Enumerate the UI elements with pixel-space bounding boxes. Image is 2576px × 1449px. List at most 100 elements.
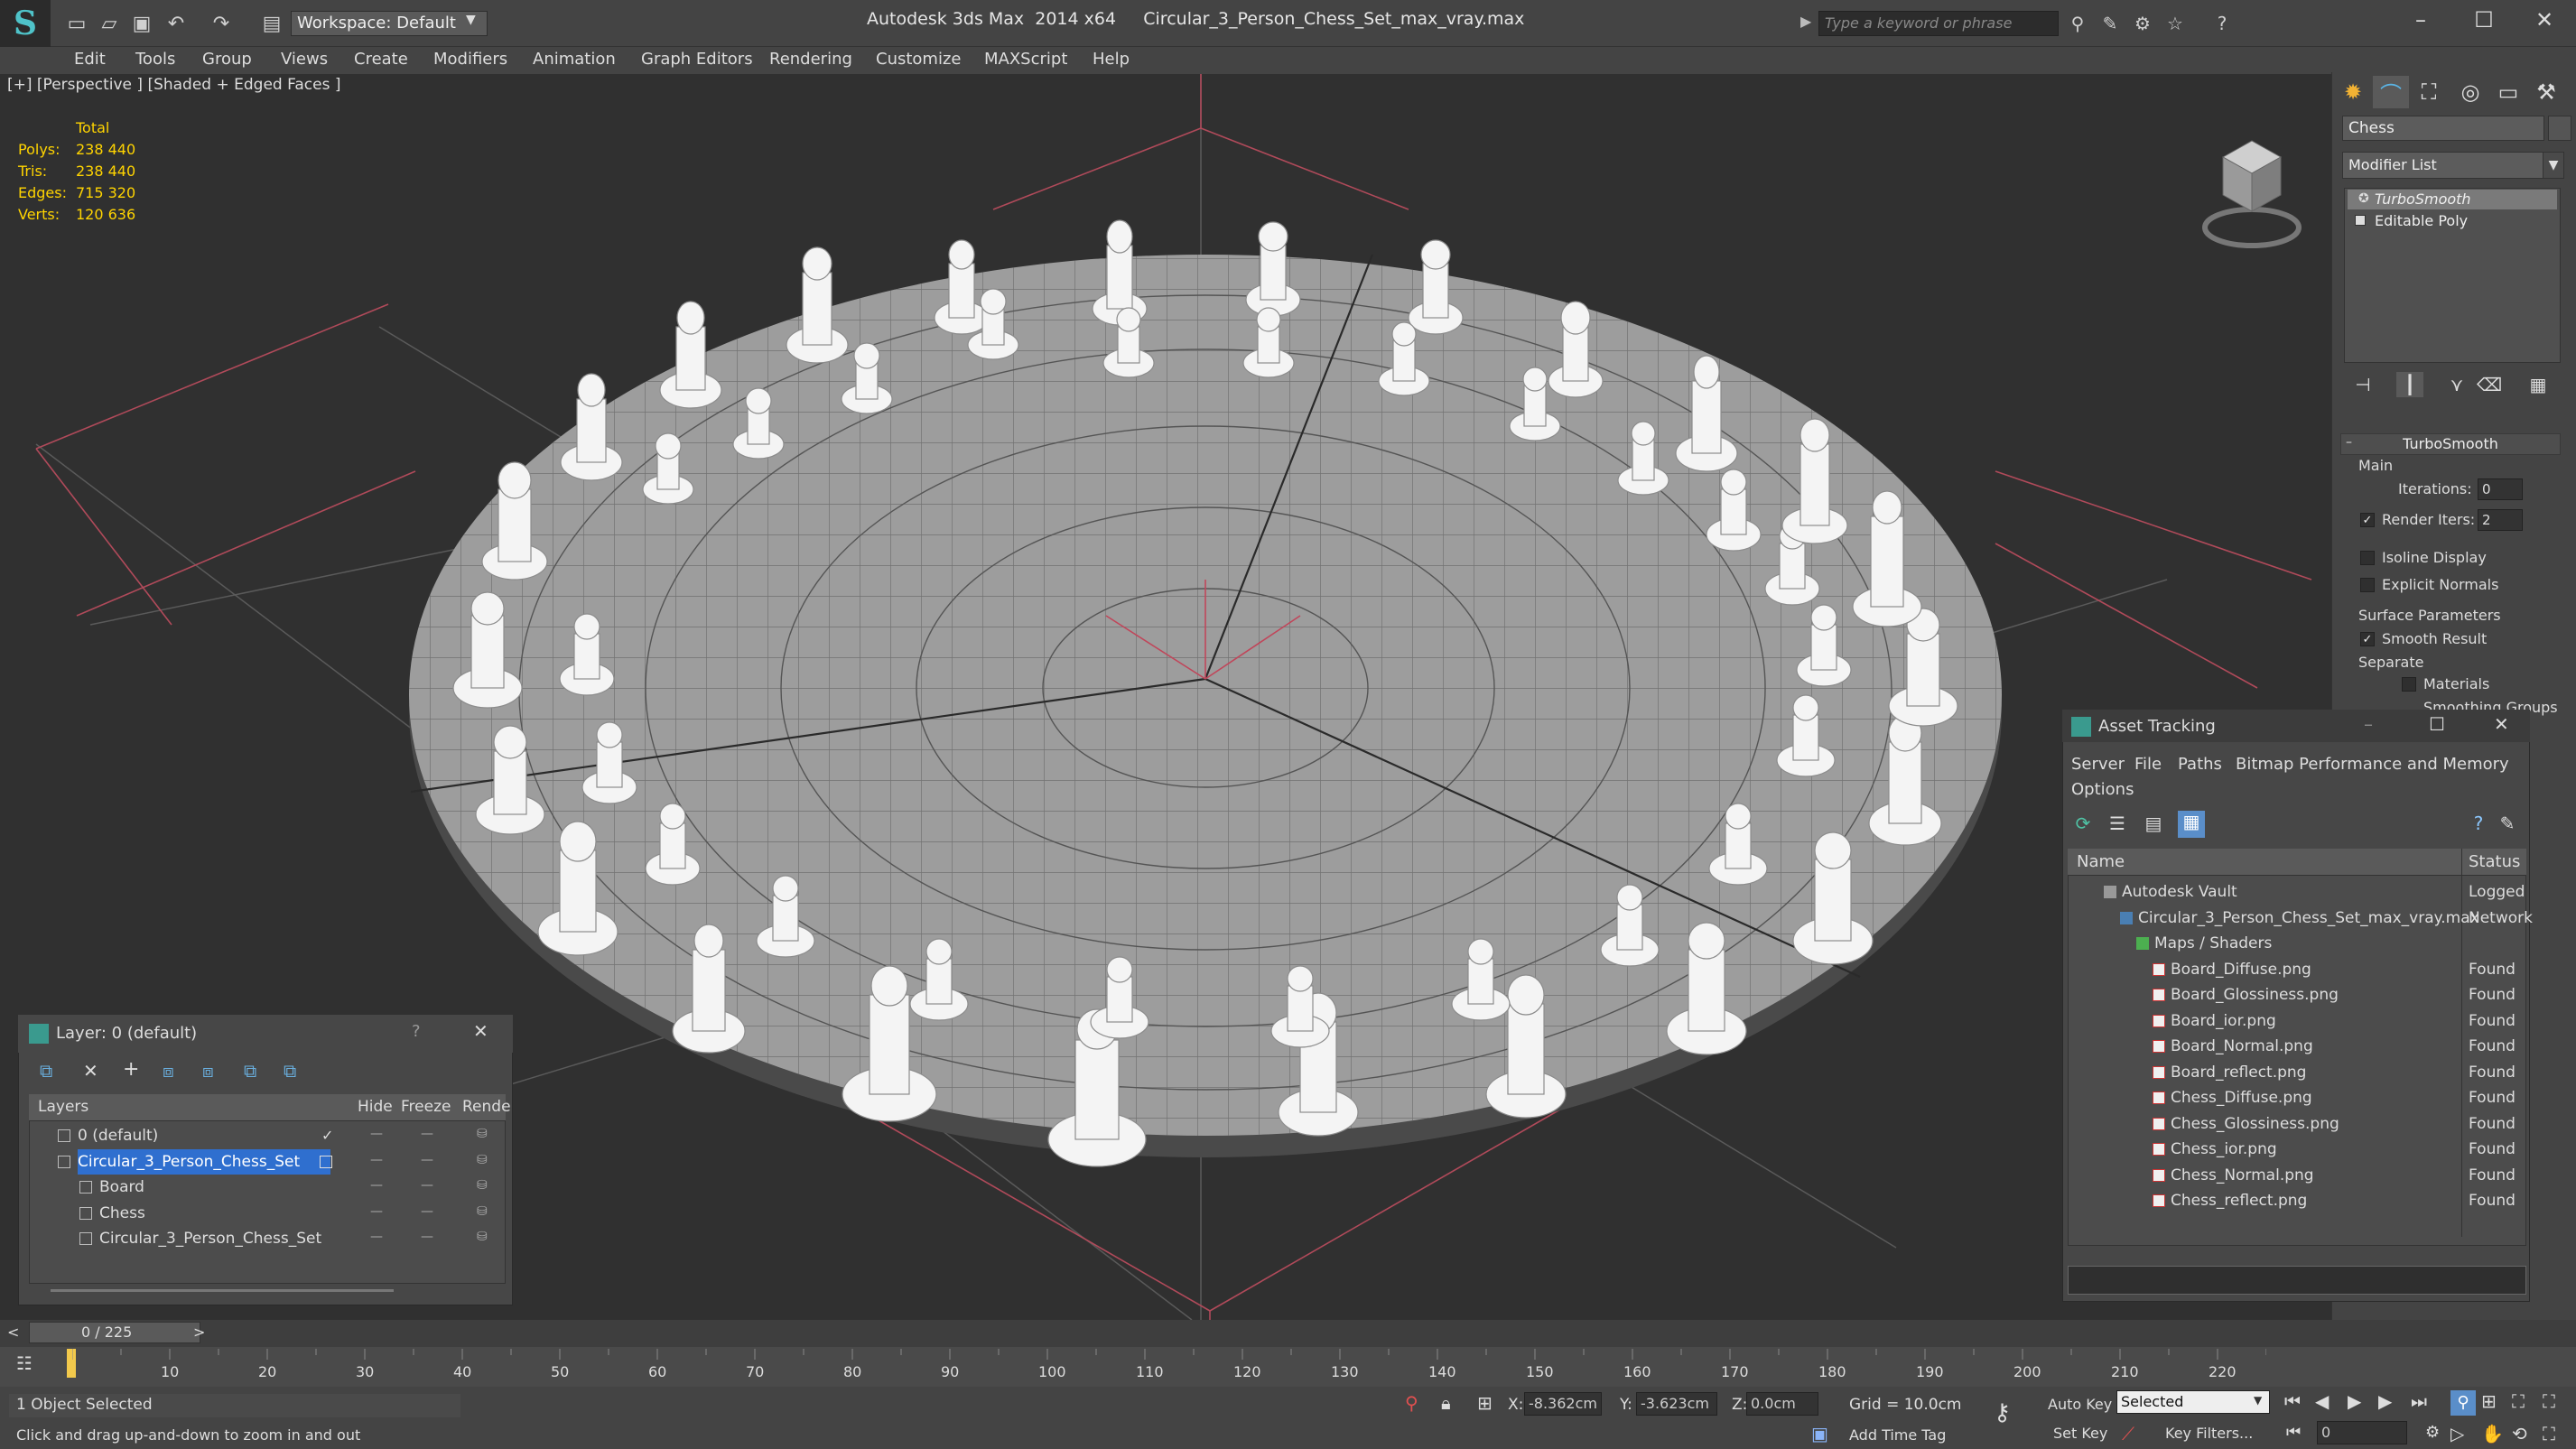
menu-animation[interactable]: Animation	[533, 47, 616, 72]
display-tab-icon[interactable]: ▭	[2490, 76, 2526, 108]
menu-maxscript[interactable]: MAXScript	[984, 47, 1067, 72]
layer-name[interactable]: Circular_3_Person_Chess_Set	[78, 1148, 331, 1175]
remove-modifier-icon[interactable]: ⌫	[2476, 372, 2503, 397]
maximize-button[interactable]: ☐	[2452, 0, 2516, 40]
current-frame-field[interactable]: 0	[2317, 1421, 2407, 1444]
asset-menu-options[interactable]: Options	[2071, 780, 2134, 799]
render-toggle[interactable]: ⛁	[477, 1127, 488, 1141]
make-unique-icon[interactable]: ⋎	[2443, 372, 2470, 397]
menu-tools[interactable]: Tools	[135, 47, 175, 72]
zoom-all-icon[interactable]: ⊞	[2481, 1390, 2497, 1412]
freeze-toggle[interactable]: —	[421, 1153, 433, 1167]
lock-selection-icon[interactable]: 🔒︎	[1441, 1392, 1451, 1414]
explicit-normals-checkbox[interactable]	[2360, 578, 2375, 592]
asset-menu-file[interactable]: File	[2134, 755, 2162, 774]
menu-modifiers[interactable]: Modifiers	[433, 47, 507, 72]
freeze-toggle[interactable]: —	[421, 1127, 433, 1141]
current-layer-check-icon[interactable]: ✓	[321, 1127, 333, 1144]
hide-toggle[interactable]: —	[370, 1178, 383, 1193]
stack-item-turbosmooth[interactable]: TurboSmooth	[2348, 190, 2557, 209]
save-file-icon[interactable]: ▣	[128, 11, 155, 36]
asset-close-button[interactable]: ✕	[2494, 713, 2509, 735]
hierarchy-tab-icon[interactable]: ⛶	[2411, 76, 2447, 108]
refresh-icon[interactable]: ⟳	[2071, 813, 2095, 836]
set-current-layer-box-icon[interactable]	[320, 1155, 332, 1168]
maximize-viewport-icon[interactable]: ⛶	[2543, 1423, 2555, 1444]
key-filters-button[interactable]: Key Filters...	[2165, 1425, 2253, 1442]
time-prev-icon[interactable]: <	[7, 1324, 19, 1341]
hide-unhide-all-icon[interactable]: ⧉	[284, 1060, 296, 1082]
redo-icon[interactable]: ↷	[208, 11, 235, 36]
object-name-field[interactable]: Chess	[2342, 116, 2544, 141]
pan-view-icon[interactable]: ✋	[2481, 1423, 2504, 1444]
time-tag-icon[interactable]: ▣	[1811, 1423, 1828, 1444]
communication-icon[interactable]: ⚙	[2129, 11, 2156, 36]
asset-row[interactable]	[2069, 1137, 2525, 1162]
workspace-dropdown[interactable]: Workspace: Default	[291, 11, 488, 36]
menu-views[interactable]: Views	[281, 47, 328, 72]
search-input[interactable]: Type a keyword or phrase	[1818, 11, 2059, 36]
set-key-button[interactable]: Set Key	[2053, 1425, 2107, 1442]
render-toggle[interactable]: ⛁	[477, 1178, 488, 1193]
subscription-icon[interactable]: ✎	[2097, 11, 2124, 36]
binoculars-icon[interactable]: ⚲	[2064, 11, 2091, 36]
app-logo-icon[interactable]: S	[0, 0, 51, 47]
assist-icon[interactable]: ✎	[2496, 813, 2519, 836]
pin-stack-icon[interactable]: ⊣	[2349, 372, 2376, 397]
asset-path-field[interactable]	[2068, 1266, 2526, 1295]
time-slider-bar[interactable]	[0, 1320, 2576, 1347]
search-expand-icon[interactable]: ▶	[1800, 13, 1811, 30]
select-objects-icon[interactable]: ⧈	[163, 1060, 174, 1082]
object-color-swatch[interactable]	[2548, 116, 2571, 141]
layer-close-button[interactable]: ✕	[473, 1020, 488, 1042]
menu-edit[interactable]: Edit	[74, 47, 106, 72]
freeze-toggle[interactable]: —	[421, 1230, 433, 1244]
modify-tab-icon[interactable]: ⌒	[2373, 76, 2409, 108]
auto-key-button[interactable]: Auto Key	[2048, 1396, 2112, 1413]
asset-minimize-button[interactable]: –	[2364, 713, 2373, 735]
hide-toggle[interactable]: —	[370, 1153, 383, 1167]
open-file-icon[interactable]: ▱	[96, 11, 123, 36]
time-config-icon[interactable]: ⚙	[2425, 1423, 2440, 1442]
modifier-list-dropdown[interactable]: Modifier List	[2342, 152, 2562, 179]
layer-name[interactable]: Circular_3_Person_Chess_Set	[99, 1226, 321, 1251]
layer-col-freeze[interactable]: Freeze	[401, 1098, 451, 1116]
create-tab-icon[interactable]: ✹	[2335, 76, 2371, 108]
layer-help-button[interactable]: ?	[412, 1022, 421, 1041]
layer-col-layers[interactable]: Layers	[38, 1098, 88, 1116]
asset-menu-bitmap-performance[interactable]: Bitmap Performance and Memory	[2236, 755, 2509, 774]
orbit-icon[interactable]: ⟲	[2512, 1423, 2527, 1444]
freeze-toggle[interactable]: —	[421, 1204, 433, 1219]
materials-checkbox[interactable]	[2402, 677, 2416, 692]
play-icon[interactable]: ▶	[2348, 1390, 2361, 1412]
delete-layer-icon[interactable]: ✕	[83, 1060, 98, 1082]
layer-name[interactable]: Chess	[99, 1201, 145, 1226]
detail-view-icon[interactable]: ▤	[2142, 813, 2165, 836]
isolate-selection-icon[interactable]: ⚲	[1405, 1392, 1418, 1414]
absolute-mode-icon[interactable]: ⊞	[1477, 1392, 1493, 1414]
turbosmooth-rollout-header[interactable]: TurboSmooth	[2340, 433, 2561, 455]
layer-name[interactable]: 0 (default)	[78, 1123, 158, 1148]
go-to-end-icon[interactable]: ⏭	[2411, 1390, 2427, 1412]
render-toggle[interactable]: ⛁	[477, 1230, 488, 1244]
menu-group[interactable]: Group	[202, 47, 252, 72]
render-iters-checkbox[interactable]: ✓	[2360, 513, 2375, 527]
motion-tab-icon[interactable]: ◎	[2452, 76, 2488, 108]
next-frame-icon[interactable]: ▶	[2378, 1390, 2392, 1412]
close-button[interactable]: ✕	[2513, 0, 2576, 40]
help-icon[interactable]: ?	[2209, 11, 2236, 36]
layer-name[interactable]: Board	[99, 1175, 144, 1200]
create-layer-icon[interactable]: ⧉	[40, 1060, 52, 1082]
new-file-icon[interactable]: ▭	[63, 11, 90, 36]
render-toggle[interactable]: ⛁	[477, 1153, 488, 1167]
layer-scrollbar[interactable]	[51, 1289, 394, 1292]
select-layer-icon[interactable]: ⧈	[202, 1060, 214, 1082]
modifier-list-chevron-down-icon[interactable]: ▼	[2543, 152, 2564, 179]
undo-icon[interactable]: ↶	[163, 11, 190, 36]
render-iters-spinner[interactable]: 2	[2478, 509, 2523, 531]
field-of-view-icon[interactable]: ▷	[2450, 1423, 2464, 1444]
hide-toggle[interactable]: —	[370, 1204, 383, 1219]
x-coordinate-field[interactable]: -8.362cm	[1524, 1392, 1602, 1416]
z-coordinate-field[interactable]: 0.0cm	[1746, 1392, 1818, 1416]
utilities-tab-icon[interactable]: ⚒	[2528, 76, 2564, 108]
